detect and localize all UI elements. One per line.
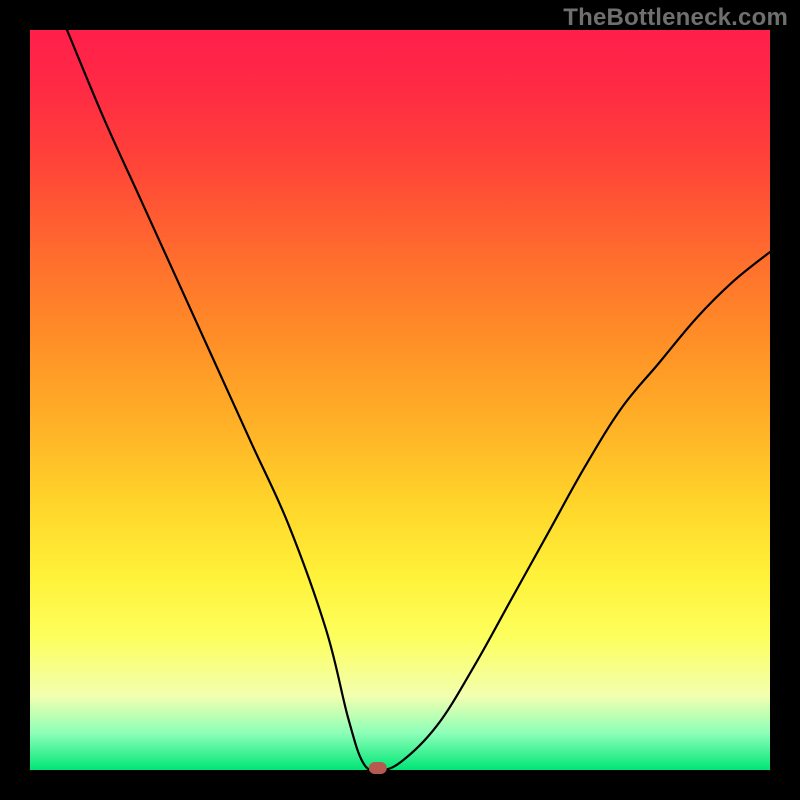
plot-svg: [30, 30, 770, 770]
bottleneck-curve: [67, 30, 770, 770]
minimum-marker: [369, 762, 387, 774]
plot-area: [30, 30, 770, 770]
chart-frame: TheBottleneck.com: [0, 0, 800, 800]
watermark-text: TheBottleneck.com: [563, 4, 788, 32]
